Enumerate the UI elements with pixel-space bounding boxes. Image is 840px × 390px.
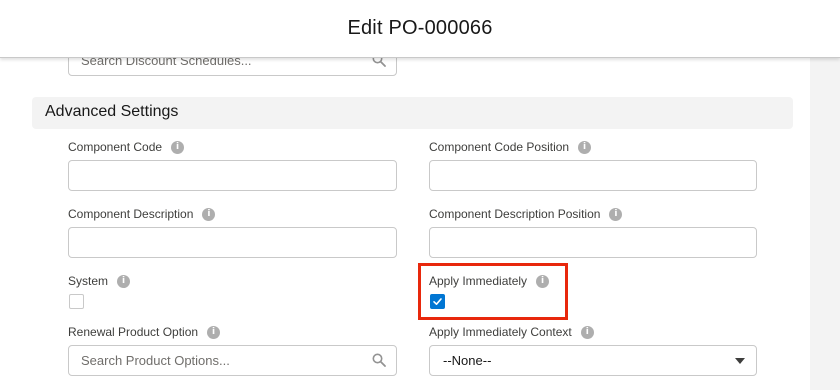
info-icon[interactable]: i [578, 140, 592, 154]
info-icon[interactable]: i [580, 325, 594, 339]
chevron-down-icon [735, 358, 745, 364]
renewal-product-option-label-text: Renewal Product Option [68, 325, 199, 339]
scrollbar[interactable] [810, 58, 840, 390]
apply-immediately-context-value: --None-- [443, 353, 492, 368]
modal-header: Edit PO-000066 [0, 0, 840, 58]
component-description-position-label-text: Component Description Position [429, 207, 601, 221]
component-description-label-text: Component Description [68, 207, 194, 221]
info-icon[interactable]: i [609, 207, 623, 221]
component-description-position-input[interactable] [429, 227, 757, 258]
apply-immediately-context-label: Apply Immediately Context i [429, 325, 594, 339]
highlight-box [418, 263, 568, 320]
component-code-input[interactable] [68, 160, 397, 191]
renewal-product-option-label: Renewal Product Option i [68, 325, 221, 339]
apply-immediately-context-select[interactable]: --None-- [429, 345, 757, 376]
system-label: System i [68, 274, 131, 288]
info-icon[interactable]: i [207, 325, 221, 339]
info-icon[interactable]: i [202, 207, 216, 221]
system-checkbox[interactable] [69, 294, 84, 309]
search-icon [372, 353, 386, 367]
section-title: Advanced Settings [45, 103, 179, 120]
component-code-label-text: Component Code [68, 140, 163, 154]
modal-title: Edit PO-000066 [347, 17, 493, 39]
info-icon[interactable]: i [171, 140, 185, 154]
apply-immediately-context-label-text: Apply Immediately Context [429, 325, 572, 339]
renewal-product-option-lookup[interactable]: Search Product Options... [68, 345, 397, 376]
component-description-input[interactable] [68, 227, 397, 258]
component-code-position-label-text: Component Code Position [429, 140, 570, 154]
component-description-position-label: Component Description Position i [429, 207, 623, 221]
component-description-label: Component Description i [68, 207, 216, 221]
section-header-advanced-settings[interactable]: Advanced Settings [32, 97, 793, 129]
system-label-text: System [68, 274, 109, 288]
component-code-label: Component Code i [68, 140, 185, 154]
info-icon[interactable]: i [117, 274, 131, 288]
renewal-product-option-placeholder: Search Product Options... [81, 353, 230, 368]
component-code-position-label: Component Code Position i [429, 140, 592, 154]
component-code-position-input[interactable] [429, 160, 757, 191]
